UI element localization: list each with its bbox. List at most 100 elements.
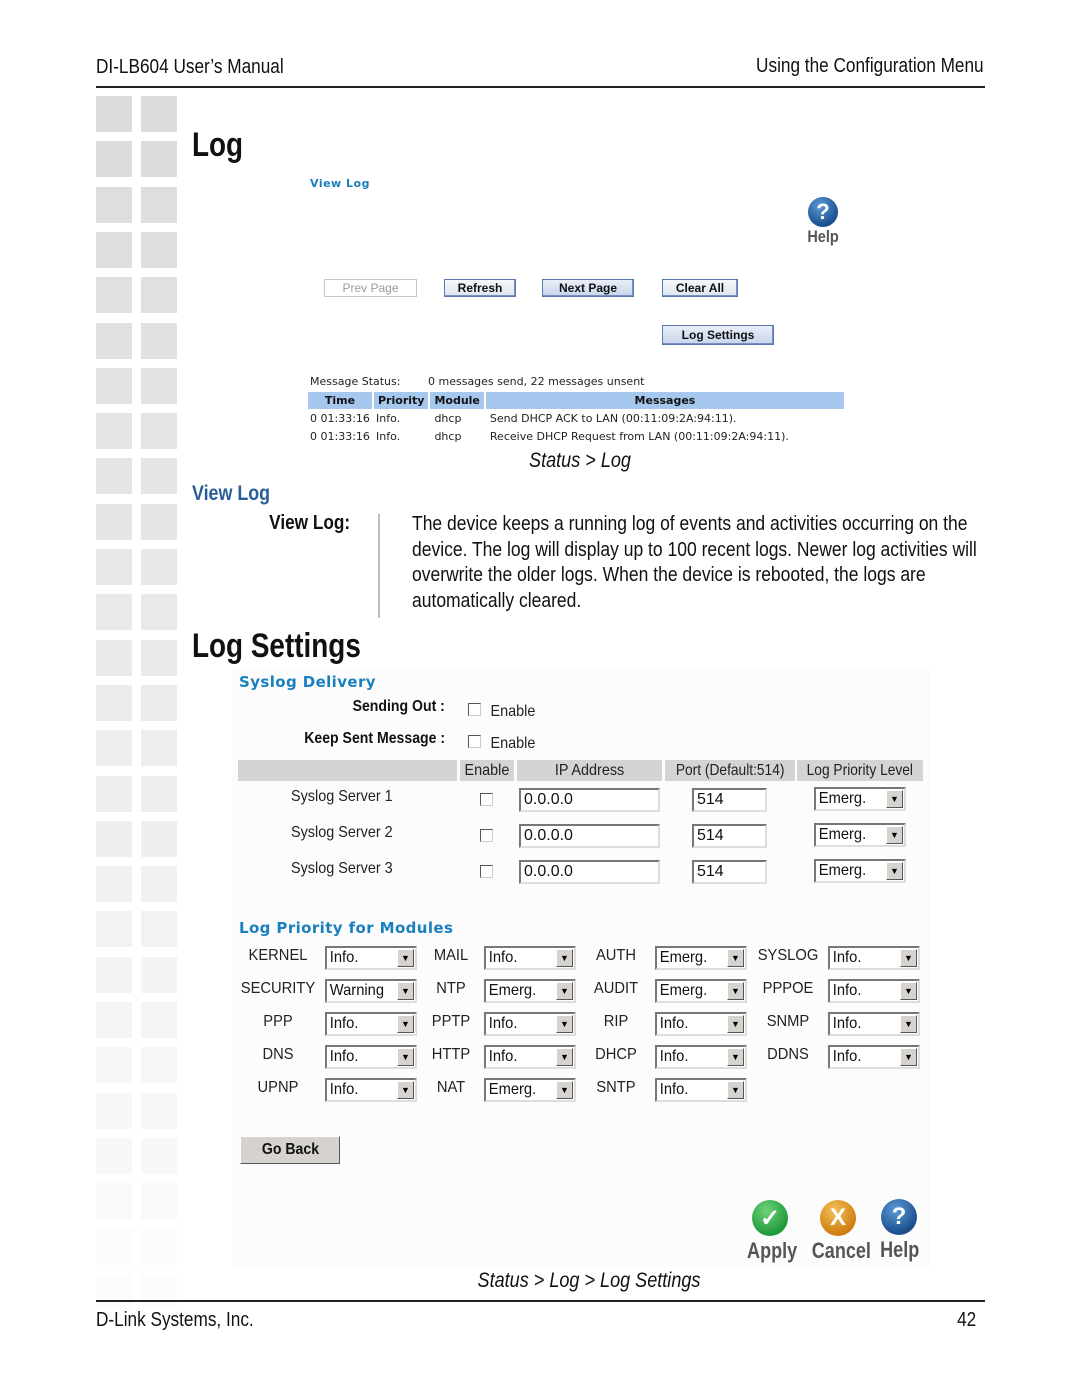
decorative-square xyxy=(141,1137,177,1174)
module-priority-select[interactable]: Emerg. ▼ xyxy=(655,946,747,970)
page-number: 42 xyxy=(956,1309,976,1331)
syslog-server-ip-input[interactable]: 0.0.0.0 xyxy=(519,824,660,848)
view-log-term: View Log: xyxy=(269,512,350,534)
module-priority-select[interactable]: Info. ▼ xyxy=(325,1012,417,1036)
selected-value: Info. xyxy=(329,1081,359,1098)
log-module: dhcp xyxy=(434,411,462,425)
chevron-down-icon[interactable]: ▼ xyxy=(556,1081,573,1099)
cancel-button[interactable]: X Cancel xyxy=(806,1200,871,1264)
module-priority-select[interactable]: Info. ▼ xyxy=(828,1012,920,1036)
module-priority-select[interactable]: Info. ▼ xyxy=(828,1045,920,1069)
decorative-square xyxy=(141,549,177,585)
chevron-down-icon[interactable]: ▼ xyxy=(556,1048,573,1066)
help-action-label: Help xyxy=(880,1237,920,1262)
chevron-down-icon[interactable]: ▼ xyxy=(727,1081,744,1099)
chevron-down-icon[interactable]: ▼ xyxy=(727,982,744,1000)
sending-out-option: Enable xyxy=(490,703,536,720)
syslog-server-priority-select[interactable]: Emerg. ▼ xyxy=(814,859,906,883)
module-priority-select[interactable]: Warning ▼ xyxy=(325,979,417,1003)
syslog-server-enable-checkbox[interactable] xyxy=(480,829,493,842)
chevron-down-icon[interactable]: ▼ xyxy=(556,949,573,967)
module-priority-select[interactable]: Info. ▼ xyxy=(484,1012,576,1036)
col-priority-level-label: Log Priority Level xyxy=(806,761,914,779)
syslog-server-port-input[interactable]: 514 xyxy=(692,788,767,812)
syslog-server-priority-select[interactable]: Emerg. ▼ xyxy=(814,823,906,847)
log-table-header: Time Priority Module Messages xyxy=(308,392,844,409)
log-settings-button[interactable]: Log Settings xyxy=(662,325,774,345)
module-priority-select[interactable]: Emerg. ▼ xyxy=(484,979,576,1003)
decorative-square xyxy=(96,458,132,495)
go-back-button[interactable]: Go Back xyxy=(240,1136,340,1164)
module-priority-select[interactable]: Info. ▼ xyxy=(325,1078,417,1102)
selected-value: Info. xyxy=(329,1048,359,1065)
chevron-down-icon[interactable]: ▼ xyxy=(727,949,744,967)
module-priority-select[interactable]: Info. ▼ xyxy=(828,979,920,1003)
syslog-server-ip-input[interactable]: 0.0.0.0 xyxy=(519,860,660,884)
next-page-button[interactable]: Next Page xyxy=(542,279,634,297)
sending-out-label: Sending Out : xyxy=(352,698,445,715)
help-action-button[interactable]: ? Help xyxy=(876,1199,922,1263)
selected-value: Info. xyxy=(832,1015,862,1032)
syslog-server-enable-checkbox[interactable] xyxy=(480,865,493,878)
decorative-square xyxy=(96,277,132,314)
col-ip-address: IP Address xyxy=(517,760,662,781)
col-module: Module xyxy=(430,392,484,409)
chevron-down-icon[interactable]: ▼ xyxy=(900,1015,917,1033)
log-section-title: Log xyxy=(192,126,244,164)
decorative-square xyxy=(96,1092,132,1129)
selected-value: Info. xyxy=(659,1081,689,1098)
help-button[interactable]: ? Help xyxy=(803,197,843,247)
chevron-down-icon[interactable]: ▼ xyxy=(900,949,917,967)
chevron-down-icon[interactable]: ▼ xyxy=(900,982,917,1000)
syslog-server-port-input[interactable]: 514 xyxy=(692,860,767,884)
chevron-down-icon[interactable]: ▼ xyxy=(886,826,903,844)
refresh-button[interactable]: Refresh xyxy=(444,279,516,297)
chevron-down-icon[interactable]: ▼ xyxy=(900,1048,917,1066)
module-priority-select[interactable]: Info. ▼ xyxy=(484,1045,576,1069)
module-priority-select[interactable]: Emerg. ▼ xyxy=(484,1078,576,1102)
decorative-square xyxy=(141,956,177,993)
sending-out-checkbox[interactable] xyxy=(468,703,481,716)
prev-page-button[interactable]: Prev Page xyxy=(324,279,417,297)
chevron-down-icon[interactable]: ▼ xyxy=(727,1015,744,1033)
module-priority-select[interactable]: Emerg. ▼ xyxy=(655,979,747,1003)
syslog-server-ip-input[interactable]: 0.0.0.0 xyxy=(519,788,660,812)
module-priority-select[interactable]: Info. ▼ xyxy=(325,946,417,970)
selected-value: Info. xyxy=(659,1015,689,1032)
syslog-server-priority-select[interactable]: Emerg. ▼ xyxy=(814,787,906,811)
decorative-square xyxy=(96,639,132,676)
module-priority-select[interactable]: Info. ▼ xyxy=(325,1045,417,1069)
chevron-down-icon[interactable]: ▼ xyxy=(886,790,903,808)
module-priority-select[interactable]: Info. ▼ xyxy=(655,1078,747,1102)
syslog-server-enable-checkbox[interactable] xyxy=(480,793,493,806)
decorative-square xyxy=(96,96,132,132)
module-priority-select[interactable]: Info. ▼ xyxy=(484,946,576,970)
module-priority-select[interactable]: Info. ▼ xyxy=(655,1012,747,1036)
chevron-down-icon[interactable]: ▼ xyxy=(727,1048,744,1066)
syslog-server-port-input[interactable]: 514 xyxy=(692,824,767,848)
chevron-down-icon[interactable]: ▼ xyxy=(556,982,573,1000)
clear-all-button[interactable]: Clear All xyxy=(662,279,738,297)
module-label: MAIL xyxy=(433,947,469,964)
log-message: Receive DHCP Request from LAN (00:11:09:… xyxy=(489,429,789,443)
log-table: Time Priority Module Messages 0 01:33:16… xyxy=(306,392,846,445)
col-port-label: Port (Default:514) xyxy=(675,761,785,779)
apply-button[interactable]: ✓ Apply xyxy=(742,1200,798,1264)
view-log-link[interactable]: View Log xyxy=(310,177,370,190)
selected-value: Info. xyxy=(832,949,862,966)
module-label: SYSLOG xyxy=(757,947,819,964)
description-divider xyxy=(378,514,380,618)
selected-value: Emerg. xyxy=(659,982,708,999)
chevron-down-icon[interactable]: ▼ xyxy=(886,862,903,880)
decorative-square xyxy=(141,186,177,223)
port-value: 514 xyxy=(697,791,724,808)
chevron-down-icon[interactable]: ▼ xyxy=(556,1015,573,1033)
syslog-delivery-heading: Syslog Delivery xyxy=(239,673,376,691)
col-enable-label: Enable xyxy=(464,761,510,779)
keep-sent-checkbox[interactable] xyxy=(468,735,481,748)
syslog-server-name: Syslog Server 3 xyxy=(291,860,393,877)
module-priority-select[interactable]: Info. ▼ xyxy=(655,1045,747,1069)
module-priority-select[interactable]: Info. ▼ xyxy=(828,946,920,970)
syslog-server-name: Syslog Server 2 xyxy=(291,824,393,841)
header-rule xyxy=(96,86,985,88)
